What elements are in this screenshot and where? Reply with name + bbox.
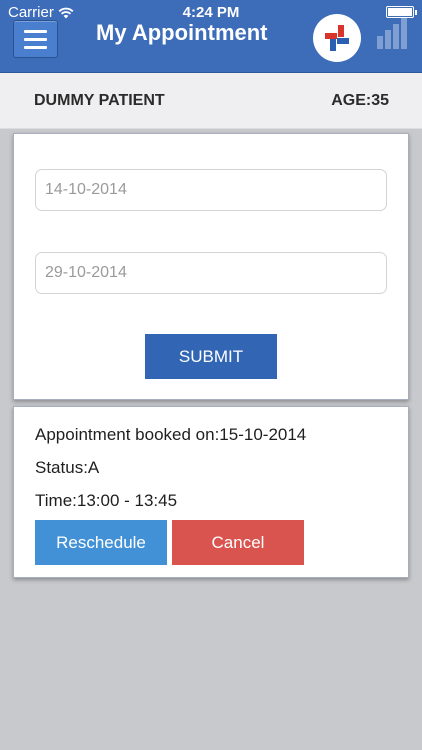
- appointment-card: Appointment booked on:15-10-2014 Status:…: [13, 406, 409, 578]
- patient-info-bar: DUMMY PATIENT AGE:35: [0, 73, 422, 129]
- appointment-booked-date: Appointment booked on:15-10-2014: [35, 425, 307, 444]
- reschedule-button[interactable]: Reschedule: [35, 520, 167, 565]
- bar-chart-icon[interactable]: [376, 16, 410, 50]
- from-date-input[interactable]: [35, 169, 387, 211]
- logo-mark: [325, 25, 349, 51]
- page-title: My Appointment: [96, 20, 268, 45]
- hamburger-line: [24, 45, 47, 49]
- appointment-time: Time:13:00 - 13:45: [35, 491, 178, 510]
- appointment-status: Status:A: [35, 458, 100, 477]
- patient-age: AGE:35: [331, 92, 389, 109]
- hamburger-line: [24, 29, 47, 33]
- menu-button[interactable]: [13, 20, 58, 58]
- date-range-form: SUBMIT: [13, 133, 409, 400]
- battery-level: [388, 8, 412, 16]
- to-date-input[interactable]: [35, 252, 387, 294]
- app-logo-icon[interactable]: [313, 14, 361, 62]
- hamburger-line: [24, 37, 47, 41]
- submit-button[interactable]: SUBMIT: [145, 334, 277, 379]
- patient-name: DUMMY PATIENT: [34, 92, 165, 109]
- cancel-button[interactable]: Cancel: [172, 520, 304, 565]
- app-header: Carrier 4:24 PM My Appointment: [0, 0, 422, 73]
